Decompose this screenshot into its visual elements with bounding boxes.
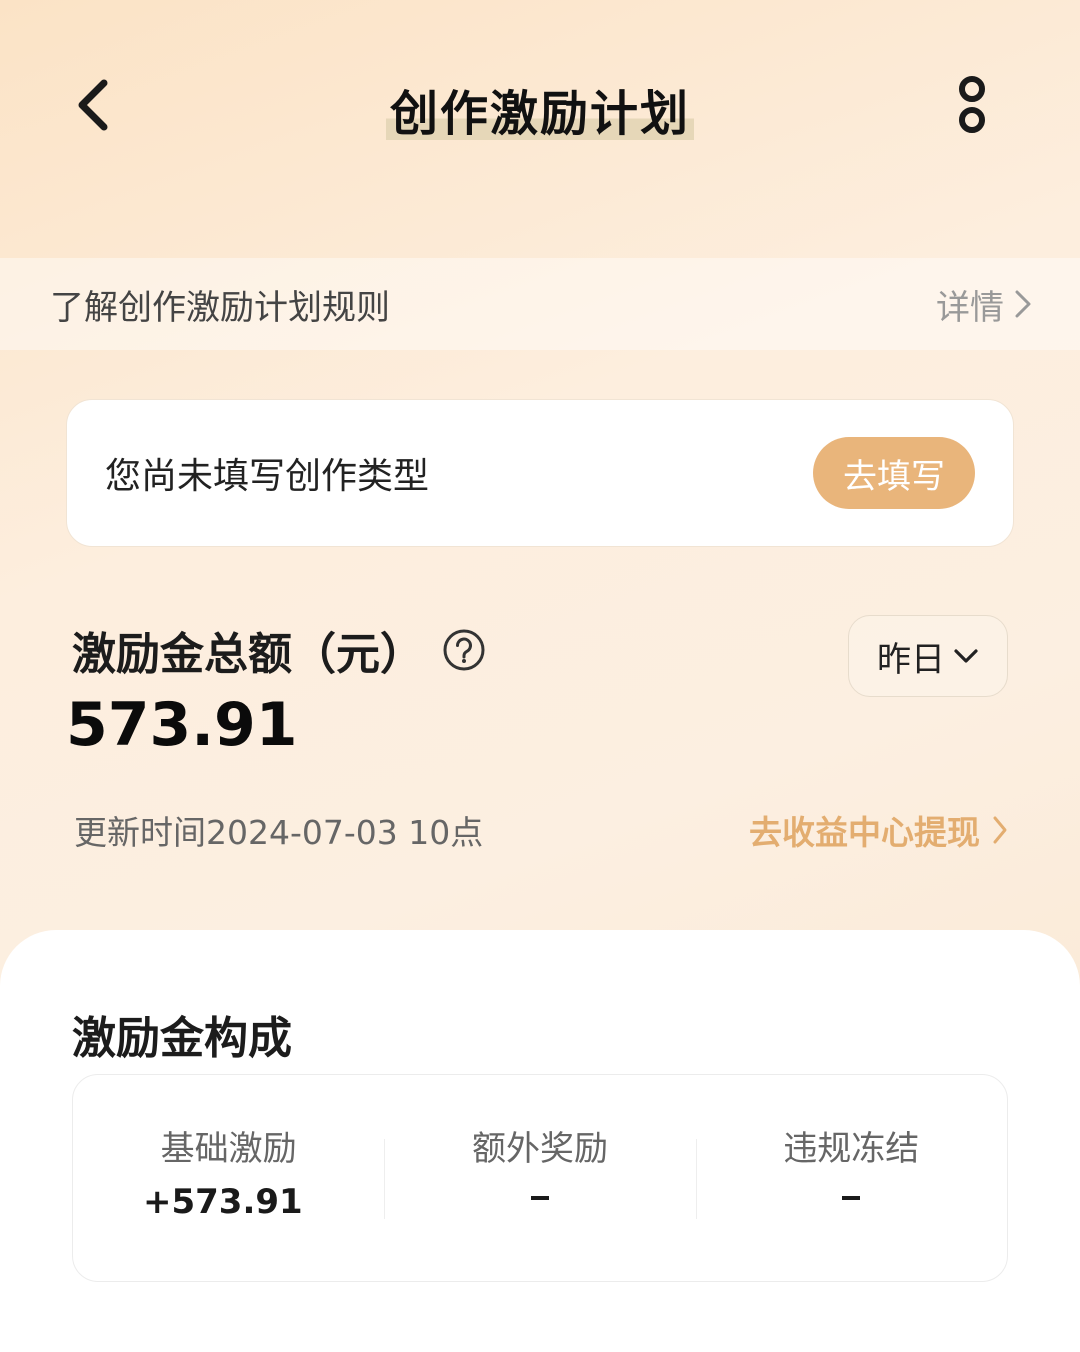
chevron-right-icon — [993, 816, 1007, 844]
update-time: 更新时间2024-07-03 10点 — [74, 813, 484, 852]
withdraw-link[interactable]: 去收益中心提现 — [749, 806, 1008, 854]
vertical-dots-icon — [959, 76, 985, 133]
help-button[interactable] — [442, 628, 486, 672]
composition-item-label: 额外奖励 — [471, 1129, 608, 1169]
rules-details-label: 详情 — [936, 287, 1004, 328]
question-circle-icon — [443, 629, 485, 671]
composition-item-basic[interactable]: 基础激励 +573.91 — [73, 1075, 384, 1281]
composition-item-extra[interactable]: 额外奖励 - — [384, 1075, 695, 1281]
rules-bar[interactable]: 了解创作激励计划规则 详情 — [0, 258, 1080, 350]
composition-item-value: - — [842, 1196, 861, 1200]
creation-type-card: 您尚未填写创作类型 去填写 — [66, 399, 1014, 547]
page-title: 创作激励计划 — [0, 74, 1080, 146]
composition-item-frozen[interactable]: 违规冻结 - — [695, 1075, 1007, 1281]
total-label: 激励金总额（元） — [72, 618, 486, 682]
total-label-text: 激励金总额（元） — [72, 629, 424, 680]
period-selected-value: 昨日 — [877, 639, 945, 680]
composition-title: 激励金构成 — [72, 1013, 292, 1064]
header-bar: 创作激励计划 — [0, 0, 1080, 210]
fill-in-button[interactable]: 去填写 — [813, 437, 975, 509]
composition-item-value: +573.91 — [143, 1182, 303, 1222]
chevron-right-icon — [1015, 290, 1031, 318]
composition-item-value: - — [530, 1196, 549, 1200]
composition-card: 基础激励 +573.91 额外奖励 - 违规冻结 - — [72, 1074, 1008, 1282]
composition-item-label: 基础激励 — [160, 1129, 297, 1169]
composition-item-label: 违规冻结 — [783, 1129, 920, 1169]
rules-details-link[interactable]: 详情 — [936, 280, 1032, 329]
chevron-down-icon — [954, 649, 978, 663]
creation-type-prompt: 您尚未填写创作类型 — [105, 456, 430, 497]
composition-panel: 激励金构成 基础激励 +573.91 额外奖励 - 违规冻结 - — [0, 930, 1080, 1352]
withdraw-label: 去收益中心提现 — [749, 813, 980, 852]
more-button[interactable] — [944, 70, 1000, 140]
period-dropdown[interactable]: 昨日 — [848, 615, 1008, 697]
rules-text: 了解创作激励计划规则 — [50, 287, 390, 328]
total-amount: 573.91 — [66, 690, 298, 760]
